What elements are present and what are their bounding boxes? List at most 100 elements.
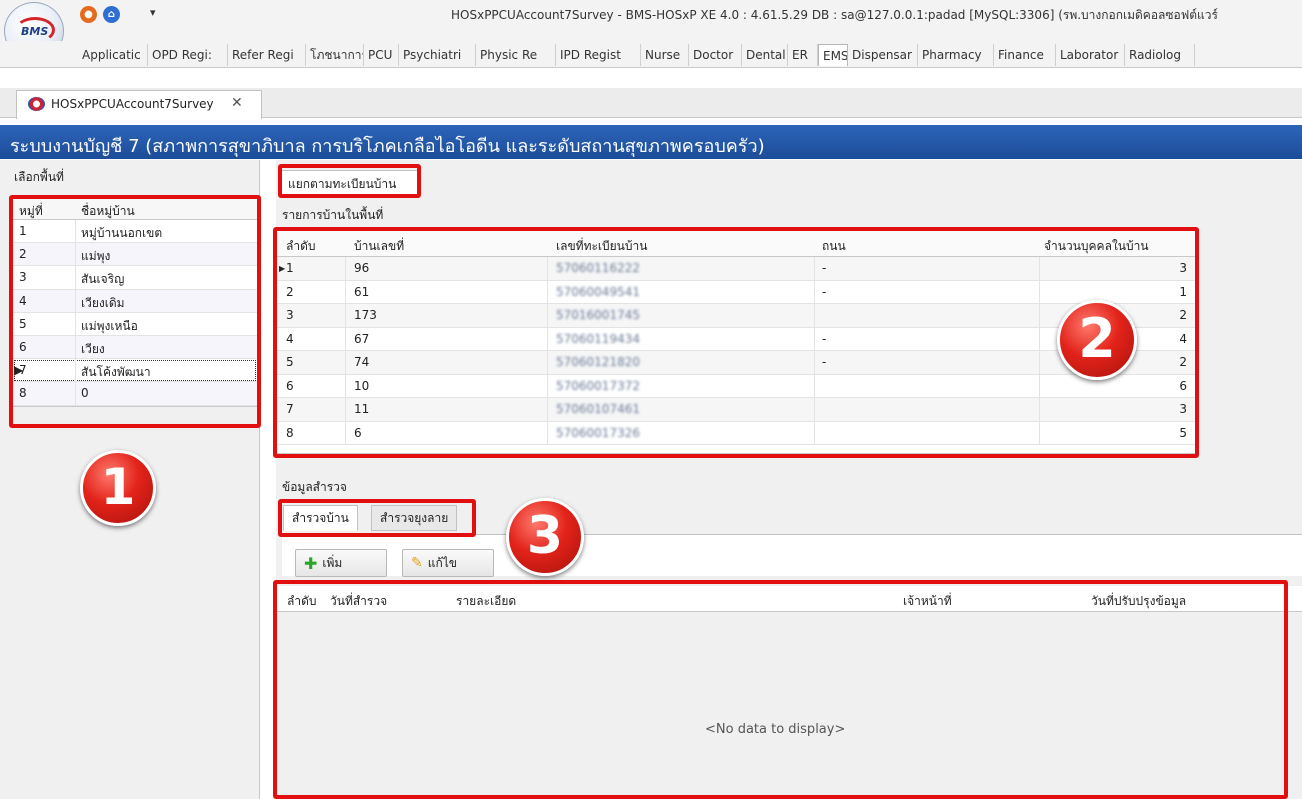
ribbon-tab-dispensar[interactable]: Dispensar: [848, 44, 918, 66]
village-row[interactable]: 5 แม่พุงเหนือ: [13, 312, 257, 336]
column-header-registration-no[interactable]: เลขที่ทะเบียนบ้าน: [556, 237, 647, 256]
village-row[interactable]: 4 เวียงเดิม: [13, 289, 257, 313]
house-row[interactable]: ▶ 1 96 57060116222 - 3: [277, 257, 1195, 281]
ribbon-tab-psychiatri[interactable]: Psychiatri: [399, 44, 476, 66]
column-header-survey-seq[interactable]: ลำดับ: [287, 592, 317, 611]
lock-icon[interactable]: ●: [80, 6, 97, 23]
village-row[interactable]: 6 เวียง: [13, 335, 257, 360]
village-row[interactable]: ▶ 7 สันโค้งพัฒนา: [13, 359, 257, 383]
ribbon-tab-refer-regi[interactable]: Refer Regi: [228, 44, 306, 66]
house-no-cell: 61: [354, 284, 370, 299]
ribbon-tab-opd-regi[interactable]: OPD Regi:: [148, 44, 228, 66]
village-name-cell: สันเจริญ: [81, 272, 125, 287]
column-header-survey-detail[interactable]: รายละเอียด: [456, 592, 516, 611]
village-name-cell: 0: [81, 386, 89, 401]
column-header-persons[interactable]: จำนวนบุคคลในบ้าน: [1044, 237, 1149, 256]
column-divider: [1039, 421, 1040, 444]
village-row[interactable]: 2 แม่พุง: [13, 243, 257, 267]
column-header-road[interactable]: ถนน: [822, 237, 846, 256]
column-divider: [75, 220, 76, 243]
village-grid[interactable]: หมู่ที่ ชื่อหมู่บ้าน 1 หมู่บ้านนอกเขต 2 แม่…: [12, 198, 258, 407]
tab-mosquito-survey[interactable]: สำรวจยุงลาย: [371, 505, 458, 531]
column-header-survey-officer[interactable]: เจ้าหน้าที่: [903, 592, 952, 611]
ribbon-tab-nurse[interactable]: Nurse: [641, 44, 689, 66]
village-name-cell: สันโค้งพัฒนา: [81, 365, 151, 380]
village-no-cell: 1: [19, 224, 27, 238]
column-divider: [75, 382, 76, 405]
ribbon-tab-doctor[interactable]: Doctor: [689, 44, 742, 66]
home-icon[interactable]: ⌂: [103, 6, 120, 23]
column-header-survey-date[interactable]: วันที่สำรวจ: [330, 592, 387, 611]
village-no-cell: 8: [19, 386, 27, 401]
column-divider: [547, 280, 548, 303]
add-button[interactable]: ✚ เพิ่ม: [295, 549, 387, 577]
persons-cell: 5: [1179, 425, 1187, 440]
house-row[interactable]: 2 61 57060049541 - 1: [277, 280, 1195, 304]
house-row[interactable]: 5 74 57060121820 - 2: [277, 351, 1195, 375]
column-divider: [814, 374, 815, 397]
ribbon-tab-pcu[interactable]: PCU: [364, 44, 399, 66]
village-row[interactable]: 3 สันเจริญ: [13, 266, 257, 290]
column-header-survey-updated[interactable]: วันที่ปรับปรุงข้อมูล: [1091, 592, 1186, 611]
ribbon-tab-ipd-regist[interactable]: IPD Regist: [556, 44, 641, 66]
step-badge-1: 1: [80, 450, 156, 526]
column-divider: [345, 280, 346, 303]
column-divider: [814, 304, 815, 327]
persons-cell: 6: [1179, 378, 1187, 393]
column-divider: [75, 289, 76, 312]
column-divider: [547, 257, 548, 280]
column-divider: [75, 243, 76, 266]
column-header-village-no[interactable]: หมู่ที่: [19, 202, 43, 221]
registration-no-cell: 57060119434: [556, 331, 640, 346]
column-divider: [345, 327, 346, 350]
tab-house-survey[interactable]: สำรวจบ้าน: [283, 505, 358, 531]
column-divider: [345, 257, 346, 280]
column-header-seq[interactable]: ลำดับ: [286, 237, 316, 256]
no-data-message: <No data to display>: [705, 722, 846, 737]
seq-cell: 6: [286, 378, 294, 393]
column-divider: [547, 351, 548, 374]
column-divider: [75, 312, 76, 335]
village-name-cell: หมู่บ้านนอกเขต: [81, 226, 163, 240]
column-divider: [345, 374, 346, 397]
house-row[interactable]: 6 10 57060017372 6: [277, 374, 1195, 398]
road-cell: -: [822, 284, 827, 299]
house-row[interactable]: 8 6 57060017326 5: [277, 421, 1195, 445]
seq-cell: 8: [286, 425, 294, 440]
village-no-cell: 6: [19, 339, 27, 354]
survey-grid[interactable]: ลำดับ วันที่สำรวจ รายละเอียด เจ้าหน้าที่…: [276, 586, 1302, 799]
village-name-cell: แม่พุง: [81, 249, 111, 264]
survey-data-caption: ข้อมูลสำรวจ: [282, 480, 347, 494]
ribbon-tab-ems[interactable]: EMS: [818, 44, 848, 66]
ribbon-tab-applicatic[interactable]: Applicatic: [78, 44, 148, 66]
ribbon-tab-finance[interactable]: Finance: [994, 44, 1056, 66]
quick-access-dropdown-icon[interactable]: ▾: [150, 6, 156, 19]
seq-cell: 1: [286, 261, 294, 275]
close-icon[interactable]: ✕: [231, 95, 243, 111]
column-header-village-name[interactable]: ชื่อหมู่บ้าน: [81, 202, 135, 221]
registration-no-cell: 57060017326: [556, 425, 640, 440]
village-row[interactable]: 1 หมู่บ้านนอกเขต: [13, 220, 257, 244]
column-divider: [547, 421, 548, 444]
ribbon-tab-er[interactable]: ER: [788, 44, 818, 66]
house-row[interactable]: 7 11 57060107461 3: [277, 398, 1195, 422]
persons-cell: 2: [1179, 355, 1187, 369]
column-divider: [345, 304, 346, 327]
village-row[interactable]: 80: [13, 382, 257, 406]
column-header-house-no[interactable]: บ้านเลขที่: [354, 237, 404, 256]
ribbon-tab-physic-re[interactable]: Physic Re: [476, 44, 556, 66]
house-list-caption: รายการบ้านในพื้นที่: [282, 208, 384, 222]
house-no-cell: 173: [354, 308, 377, 322]
edit-button[interactable]: ✎ แก้ไข: [402, 549, 494, 577]
ribbon-tab-laborator[interactable]: Laborator: [1056, 44, 1125, 66]
persons-cell: 2: [1179, 308, 1187, 322]
column-divider: [345, 398, 346, 421]
ribbon-tab-radiolog[interactable]: Radiolog: [1125, 44, 1195, 66]
step-badge-3: 3: [506, 498, 584, 576]
ribbon-tab-dental[interactable]: Dental: [742, 44, 788, 66]
current-row-indicator-icon: ▶: [279, 264, 286, 273]
house-no-cell: 6: [354, 425, 362, 440]
ribbon-tab-pharmacy[interactable]: Pharmacy: [918, 44, 994, 66]
ribbon-tab-[interactable]: โภชนาการ: [306, 44, 364, 66]
house-row[interactable]: 3 173 57016001745 2: [277, 304, 1195, 328]
